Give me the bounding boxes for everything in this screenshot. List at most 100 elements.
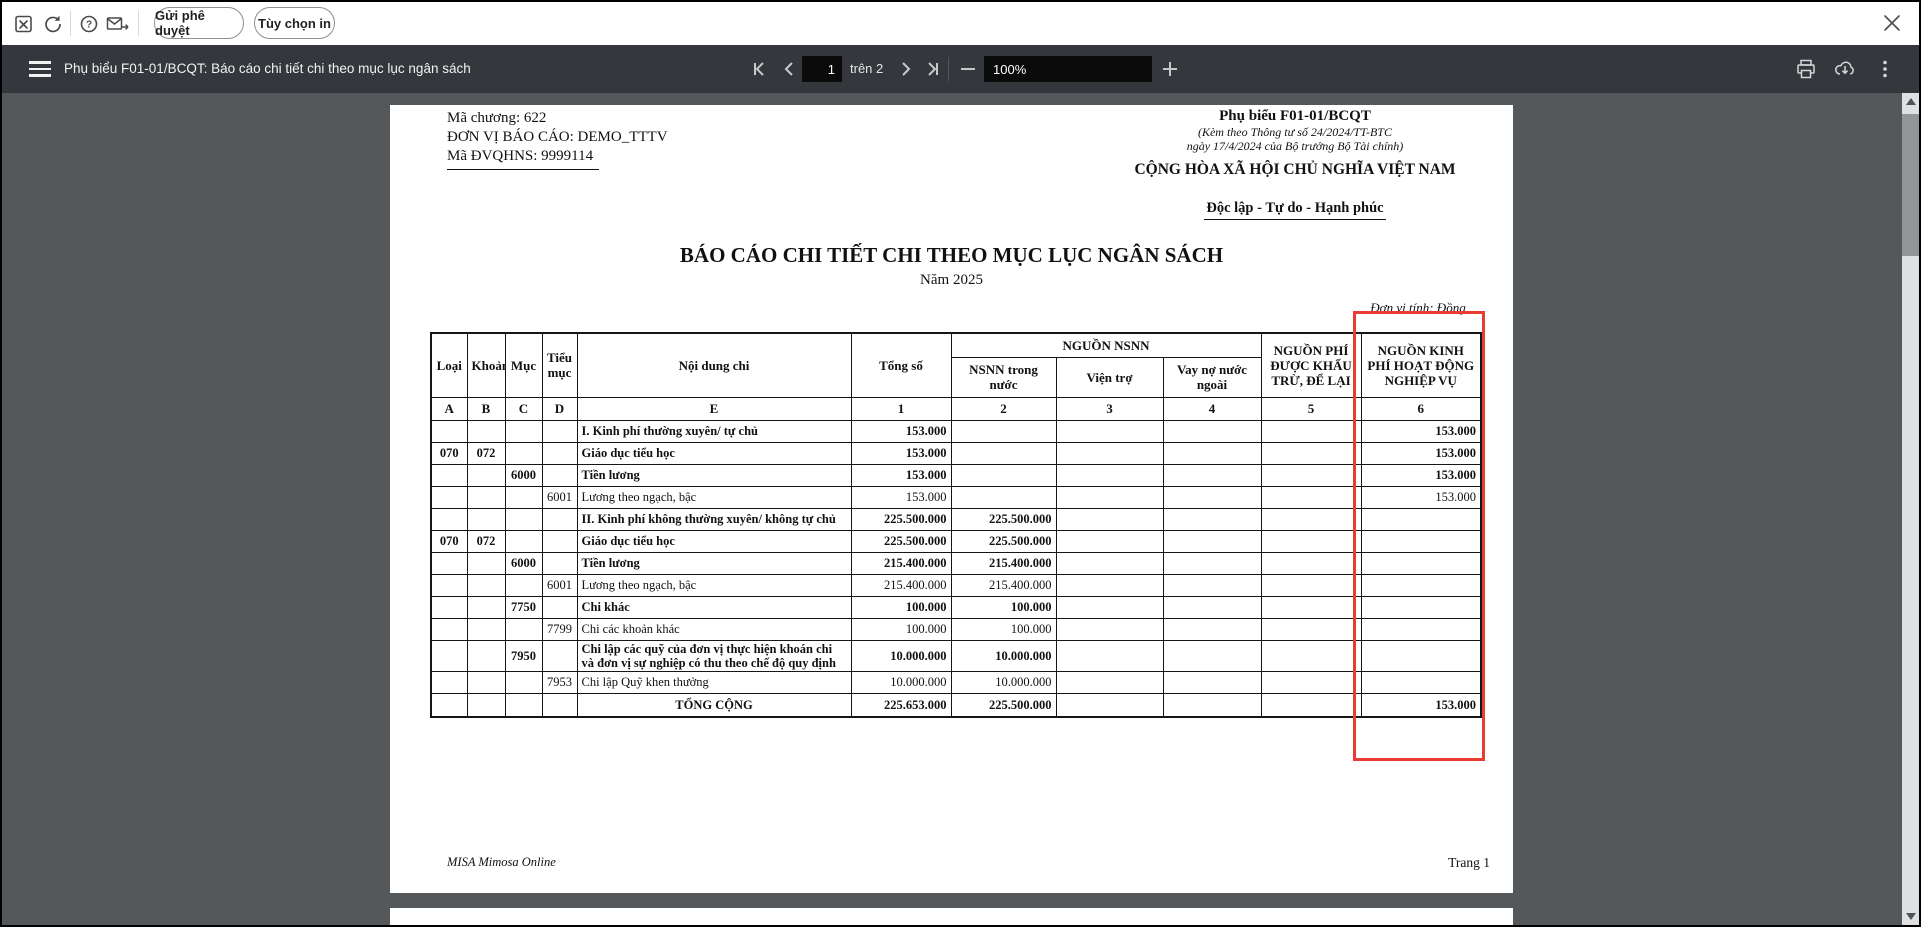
chapter-code: Mã chương: 622 [447, 110, 547, 126]
page-number-input[interactable]: 1 [802, 56, 842, 82]
reporting-unit: ĐƠN VỊ BÁO CÁO: DEMO_TTTV [447, 129, 668, 145]
table-cell [1260, 485, 1362, 509]
col-header-tieu-muc: Tiểu mục [541, 332, 578, 398]
table-cell: 6000 [504, 551, 543, 575]
table-cell [541, 463, 578, 487]
table-cell [1162, 507, 1262, 531]
table-row: II. Kinh phí không thường xuyên/ không t… [430, 507, 1482, 531]
table-cell: 10.000.000 [850, 639, 952, 672]
table-row: 6000 Tiền lương 215.400.000 215.400.000 [430, 551, 1482, 575]
document-page-1: Mã chương: 622 ĐƠN VỊ BÁO CÁO: DEMO_TTTV… [390, 105, 1513, 893]
appendix-note-1: (Kèm theo Thông tư số 24/2024/TT-BTC [1197, 125, 1392, 139]
column-code-cell: E [576, 396, 852, 421]
table-cell [466, 419, 506, 443]
table-cell [466, 595, 506, 619]
prev-page-icon[interactable] [780, 60, 800, 78]
table-row: 7799 Chi các khoản khác 100.000 100.000 [430, 617, 1482, 641]
national-title: CỘNG HÒA XÃ HỘI CHỦ NGHĨA VIỆT NAM [1134, 161, 1456, 178]
table-cell: 215.400.000 [850, 573, 952, 597]
table-cell [466, 670, 506, 694]
highlight-red-box [1353, 311, 1485, 761]
send-approve-button[interactable]: Gửi phê duyệt [154, 7, 244, 39]
menu-icon[interactable] [29, 61, 51, 77]
table-total-row: TỔNG CỘNG 225.653.000 225.500.000 153.000 [430, 692, 1482, 718]
table-cell [1055, 507, 1164, 531]
table-cell [504, 573, 543, 597]
table-cell [1162, 485, 1262, 509]
close-icon[interactable] [1882, 13, 1902, 33]
table-cell [430, 670, 468, 694]
scroll-down-icon[interactable] [1902, 908, 1919, 925]
table-cell [1260, 419, 1362, 443]
table-cell: Chi lập các quỹ của đơn vị thực hiện kho… [576, 639, 852, 672]
excel-export-icon[interactable] [14, 14, 34, 34]
more-icon[interactable] [1874, 58, 1896, 80]
table-cell: 100.000 [950, 617, 1057, 641]
table-cell [504, 692, 543, 718]
print-options-button[interactable]: Tùy chọn in [254, 7, 335, 39]
toolbar-divider [948, 57, 949, 81]
table-cell [1162, 551, 1262, 575]
table-cell: Giáo dục tiểu học [576, 529, 852, 553]
vertical-scrollbar[interactable] [1902, 93, 1919, 925]
table-row: 7953 Chi lập Quỹ khen thưởng 10.000.000 10.… [430, 670, 1482, 694]
column-code-cell: 1 [850, 396, 952, 421]
table-cell [430, 485, 468, 509]
table-cell [430, 639, 468, 672]
help-icon[interactable]: ? [79, 14, 99, 34]
table-cell [504, 441, 543, 465]
table-cell [1162, 463, 1262, 487]
table-row: 070 072 Giáo dục tiểu học 153.000 153.000 [430, 441, 1482, 465]
col-header-noi-dung: Nội dung chi [576, 332, 852, 398]
print-icon[interactable] [1795, 58, 1817, 80]
zoom-out-icon[interactable] [958, 61, 978, 79]
last-page-icon[interactable] [922, 60, 942, 78]
document-page-2 [390, 908, 1513, 925]
table-cell [1260, 529, 1362, 553]
toolbar-divider [138, 11, 139, 36]
table-cell [466, 639, 506, 672]
zoom-in-icon[interactable] [1160, 61, 1180, 79]
table-cell: 100.000 [850, 617, 952, 641]
table-cell [430, 463, 468, 487]
table-cell: 7953 [541, 670, 578, 694]
table-cell: 070 [430, 441, 468, 465]
refresh-icon[interactable] [43, 14, 63, 34]
table-cell [504, 485, 543, 509]
table-cell [1055, 573, 1164, 597]
table-cell [950, 419, 1057, 443]
unit-relation-code: Mã ĐVQHNS: 9999114 [447, 148, 594, 164]
column-code-row: ABCDE123456 [430, 396, 1482, 421]
table-cell [466, 463, 506, 487]
appendix-block: Phụ biểu F01-01/BCQT (Kèm theo Thông tư … [1090, 108, 1500, 220]
viewer-toolbar: Phụ biểu F01-01/BCQT: Báo cáo chi tiết c… [2, 45, 1919, 93]
table-cell: Tiền lương [576, 551, 852, 575]
table-cell [430, 617, 468, 641]
table-cell [541, 529, 578, 553]
table-cell [950, 441, 1057, 465]
mail-send-icon[interactable] [106, 14, 130, 34]
first-page-icon[interactable] [750, 60, 770, 78]
scrollbar-thumb[interactable] [1902, 114, 1919, 256]
table-cell [950, 485, 1057, 509]
national-motto: Độc lập - Tự do - Hạnh phúc [1204, 200, 1386, 220]
next-page-icon[interactable] [895, 60, 915, 78]
download-icon[interactable] [1833, 58, 1855, 80]
zoom-level-input[interactable]: 100% [984, 56, 1152, 82]
col-group-nguon-nsnn: NGUỒN NSNN [950, 332, 1262, 358]
table-cell [466, 617, 506, 641]
column-code-cell: 5 [1260, 396, 1362, 421]
table-cell [1162, 617, 1262, 641]
table-cell [541, 419, 578, 443]
table-cell: 7750 [504, 595, 543, 619]
table-row: I. Kinh phí thường xuyên/ tự chủ 153.000 1… [430, 419, 1482, 443]
table-cell [541, 507, 578, 531]
table-cell: 153.000 [850, 463, 952, 487]
report-unit-info: Mã chương: 622 ĐƠN VỊ BÁO CÁO: DEMO_TTTV… [447, 109, 668, 166]
table-cell [430, 595, 468, 619]
table-cell: 072 [466, 441, 506, 465]
scroll-up-icon[interactable] [1902, 93, 1919, 110]
table-cell: 070 [430, 529, 468, 553]
table-cell [430, 692, 468, 718]
table-cell: 153.000 [850, 441, 952, 465]
